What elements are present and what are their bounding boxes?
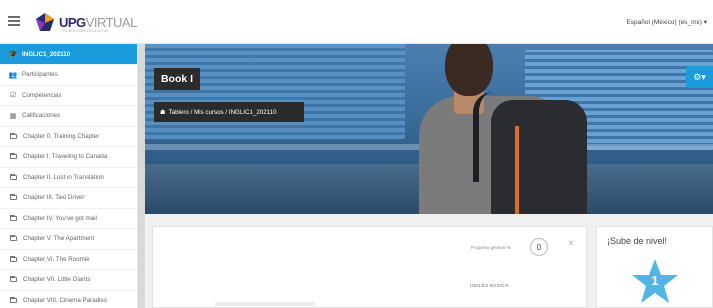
sidebar-item-label: INGLIC1_202110 bbox=[22, 50, 71, 58]
folder-icon bbox=[10, 235, 17, 242]
level-up-title: ¡Sube de nivel! bbox=[607, 236, 668, 246]
folder-icon bbox=[10, 132, 17, 139]
graduation-cap-icon: 🎓 bbox=[8, 51, 18, 58]
menu-icon[interactable] bbox=[8, 16, 20, 26]
sidebar-item-label: Participantes bbox=[22, 71, 58, 79]
section-title: INGLÉS BÁSICO bbox=[470, 283, 509, 288]
folder-icon bbox=[10, 173, 17, 180]
top-navbar: UPGVIRTUAL TECNOLOGÍA EDUCATIVA Español … bbox=[0, 0, 713, 44]
course-settings-button[interactable]: ⚙▾ bbox=[686, 66, 713, 88]
sidebar-item-label: Calificaciones bbox=[22, 112, 61, 120]
sidebar-item-chapter-0[interactable]: Chapter 0. Training Chapter bbox=[0, 127, 137, 147]
breadcrumb-dashboard[interactable]: Tablero bbox=[169, 109, 189, 116]
sidebar-item-label: Chapter II. Lost in Translation bbox=[23, 173, 104, 181]
progress-indicator: 0 bbox=[530, 238, 548, 256]
logo-mark-icon bbox=[36, 13, 54, 31]
sidebar-item-chapter-1[interactable]: Chapter I. Traveling to Canada bbox=[0, 147, 137, 168]
course-header-image bbox=[145, 44, 713, 214]
sidebar-item-label: Chapter V. The Apartment bbox=[23, 235, 95, 243]
checkbox-icon: ☑ bbox=[9, 92, 17, 100]
sidebar-item-label: Chapter IV. You've got mail bbox=[23, 214, 97, 222]
language-selector[interactable]: Español (México) (es_mx) ▾ bbox=[626, 18, 707, 26]
breadcrumb: ☗ Tablero / Mis cursos / INGLIC1_202110 bbox=[154, 102, 304, 122]
backpack bbox=[491, 100, 587, 214]
sidebar-item-chapter-3[interactable]: Chapter III. Taxi Driver bbox=[0, 188, 137, 209]
folder-icon bbox=[10, 296, 17, 303]
sidebar-item-label: Chapter III. Taxi Driver bbox=[23, 194, 85, 202]
departure-board-left bbox=[145, 44, 405, 139]
folder-icon bbox=[10, 214, 17, 221]
folder-icon bbox=[10, 153, 17, 160]
sidebar-item-label: Competencias bbox=[22, 91, 62, 99]
sidebar: 🎓 INGLIC1_202110 👥 Participantes ☑ Compe… bbox=[0, 44, 138, 308]
faint-content bbox=[215, 302, 315, 306]
traveler-head bbox=[445, 44, 493, 96]
sidebar-item-grades[interactable]: ▦ Calificaciones bbox=[0, 106, 137, 127]
folder-icon bbox=[10, 194, 17, 201]
page-title: Book I bbox=[154, 68, 200, 90]
sidebar-item-label: Chapter VI. The Roomie bbox=[23, 255, 90, 263]
breadcrumb-course[interactable]: INGLIC1_202110 bbox=[229, 109, 277, 116]
breadcrumb-my-courses[interactable]: Mis cursos bbox=[194, 109, 224, 116]
progress-label: Progreso general % bbox=[471, 245, 511, 250]
sidebar-item-competencies[interactable]: ☑ Competencias bbox=[0, 86, 137, 106]
home-icon: ☗ bbox=[160, 108, 166, 116]
logo-tagline: TECNOLOGÍA EDUCATIVA bbox=[61, 29, 109, 33]
sidebar-item-participants[interactable]: 👥 Participantes bbox=[0, 65, 137, 86]
sidebar-item-chapter-8[interactable]: Chapter VIII. Cinema Paradiso bbox=[0, 291, 137, 308]
sidebar-item-course[interactable]: 🎓 INGLIC1_202110 bbox=[0, 44, 137, 65]
sidebar-item-label: Chapter I. Traveling to Canada bbox=[23, 153, 108, 161]
course-progress-card bbox=[152, 226, 587, 308]
gear-icon: ⚙▾ bbox=[693, 71, 706, 82]
sidebar-item-chapter-2[interactable]: Chapter II. Lost in Translation bbox=[0, 168, 137, 188]
users-icon: 👥 bbox=[8, 71, 18, 79]
sidebar-item-label: Chapter 0. Training Chapter bbox=[23, 132, 100, 140]
folder-icon bbox=[10, 276, 17, 283]
level-number: 1 bbox=[651, 273, 659, 288]
table-icon: ▦ bbox=[9, 112, 17, 120]
sidebar-item-chapter-7[interactable]: Chapter VII. Little Giants bbox=[0, 270, 137, 291]
sidebar-item-chapter-5[interactable]: Chapter V. The Apartment bbox=[0, 229, 137, 250]
site-logo[interactable]: UPGVIRTUAL TECNOLOGÍA EDUCATIVA bbox=[34, 10, 144, 36]
sidebar-item-label: Chapter VII. Little Giants bbox=[23, 276, 91, 284]
folder-icon bbox=[10, 255, 17, 262]
sidebar-item-chapter-4[interactable]: Chapter IV. You've got mail bbox=[0, 209, 137, 229]
close-icon[interactable]: × bbox=[568, 238, 574, 249]
sidebar-scrollbar[interactable] bbox=[138, 44, 145, 308]
sidebar-item-label: Chapter VIII. Cinema Paradiso bbox=[23, 296, 107, 304]
logo-text: UPGVIRTUAL bbox=[59, 15, 137, 30]
sidebar-item-chapter-6[interactable]: Chapter VI. The Roomie bbox=[0, 250, 137, 270]
